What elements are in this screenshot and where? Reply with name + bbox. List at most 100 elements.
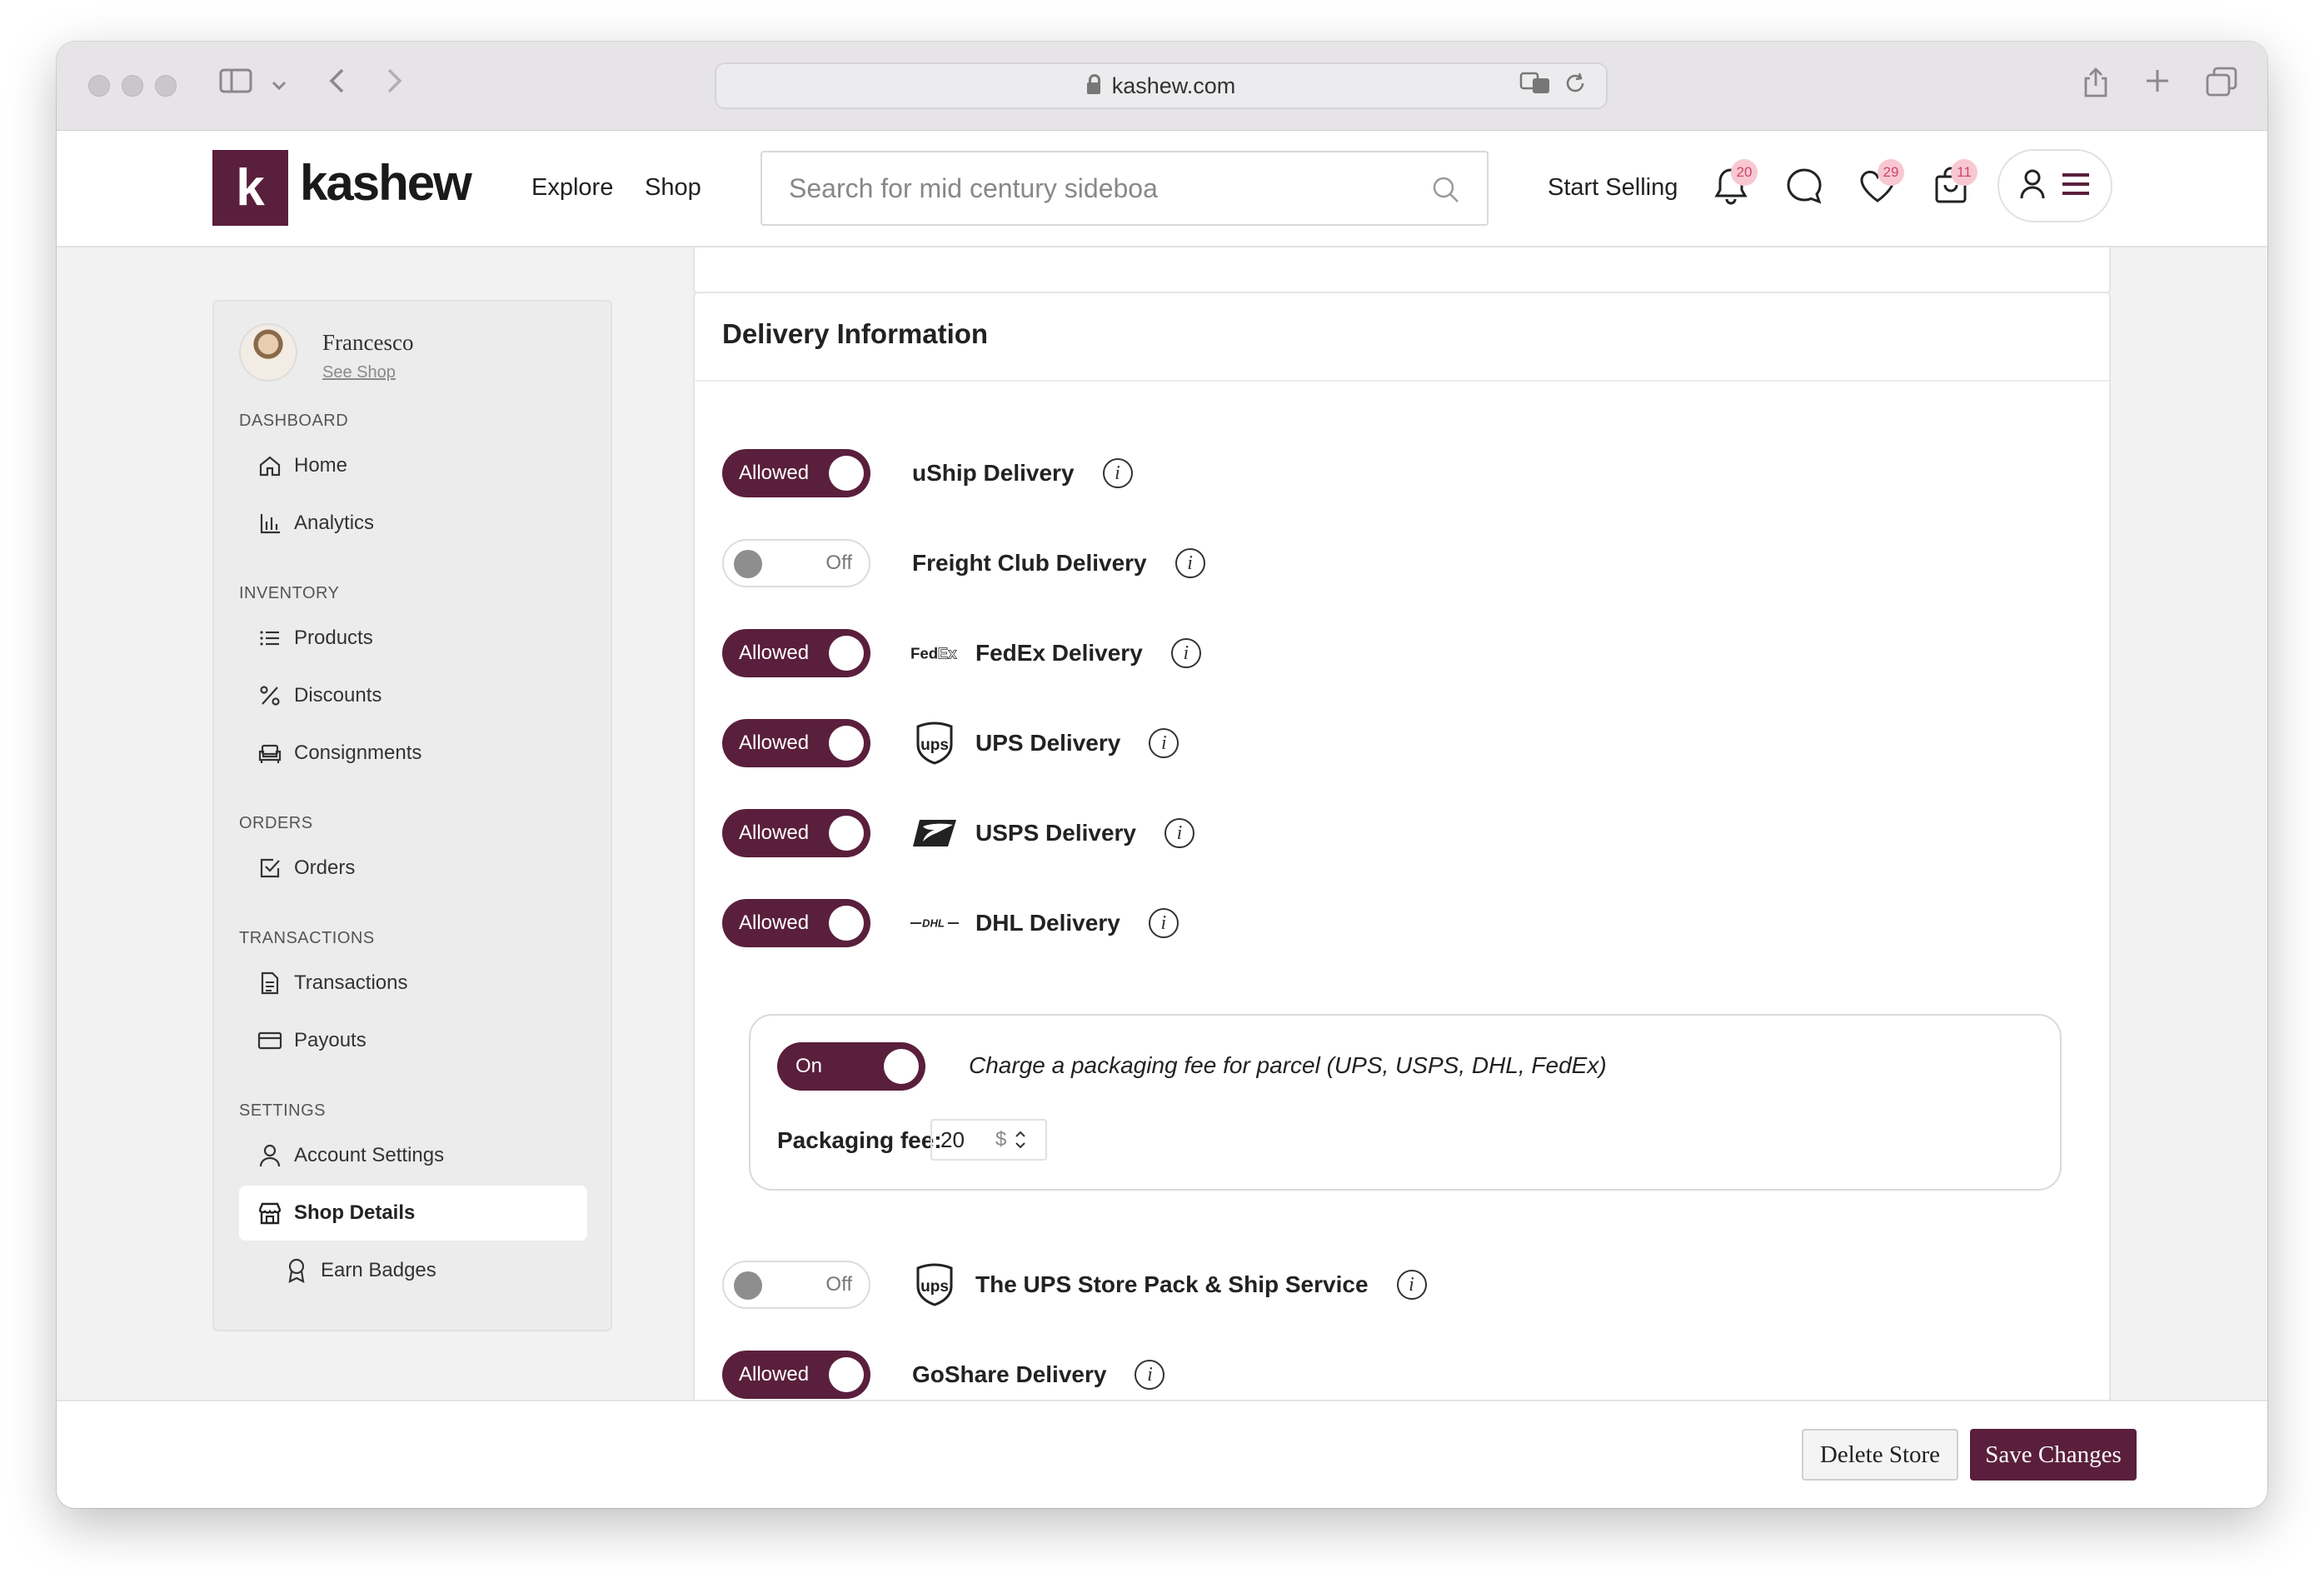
chevron-down-icon[interactable]: [272, 67, 287, 103]
favorites-badge: 29: [1878, 159, 1904, 186]
zoom-window-button[interactable]: [155, 75, 177, 97]
section-dashboard: DASHBOARD: [239, 412, 349, 430]
toggle-state: Allowed: [739, 821, 810, 844]
packaging-fee-card: On Charge a packaging fee for parcel (UP…: [749, 1014, 2062, 1191]
ups-shield-icon: ups: [910, 722, 959, 765]
sidebar-item-earn-badges[interactable]: Earn Badges: [266, 1243, 587, 1298]
minimize-window-button[interactable]: [122, 75, 143, 97]
kashew-logo-mark[interactable]: k: [212, 150, 288, 226]
hamburger-menu-icon: [2061, 172, 2091, 201]
toggle-state: Off: [825, 552, 852, 574]
see-shop-link[interactable]: See Shop: [322, 363, 396, 382]
sidebar-item-products[interactable]: Products: [239, 611, 587, 666]
dhl-toggle[interactable]: Allowed: [722, 899, 870, 947]
toggle-state: Allowed: [739, 1363, 810, 1386]
sidebar-item-consignments[interactable]: Consignments: [239, 726, 587, 781]
info-icon[interactable]: i: [1102, 458, 1133, 488]
sidebar-item-shop-details[interactable]: Shop Details: [239, 1186, 587, 1241]
freight-club-toggle[interactable]: Off: [722, 539, 870, 587]
currency-symbol: $: [995, 1128, 1007, 1151]
fedex-logo-icon: Fed Ex: [910, 632, 959, 674]
toggle-state: Allowed: [739, 911, 810, 934]
nav-shop[interactable]: Shop: [645, 174, 701, 202]
home-icon: [257, 453, 282, 478]
close-window-button[interactable]: [88, 75, 110, 97]
packaging-fee-description: Charge a packaging fee for parcel (UPS, …: [969, 1052, 1607, 1078]
sidebar-item-label: Consignments: [294, 742, 422, 764]
usps-eagle-icon: [910, 812, 959, 854]
sidebar-item-label: Analytics: [294, 512, 375, 534]
footer-action-bar: Delete Store Save Changes: [57, 1400, 2267, 1508]
sidebar-item-label: Discounts: [294, 684, 382, 707]
sidebar-item-account-settings[interactable]: Account Settings: [239, 1128, 587, 1183]
info-icon[interactable]: i: [1149, 728, 1179, 758]
ups-store-toggle[interactable]: Off: [722, 1261, 870, 1309]
previous-section-card: [693, 247, 2111, 294]
section-settings: SETTINGS: [239, 1101, 327, 1120]
info-icon[interactable]: i: [1170, 638, 1201, 668]
sidebar-item-transactions[interactable]: Transactions: [239, 956, 587, 1011]
nav-explore[interactable]: Explore: [531, 174, 613, 202]
sidebar-item-orders[interactable]: Orders: [239, 841, 587, 896]
dhl-logo-icon: DHL: [910, 902, 959, 944]
start-selling-link[interactable]: Start Selling: [1548, 174, 1678, 202]
save-changes-button[interactable]: Save Changes: [1970, 1429, 2137, 1481]
fedex-toggle[interactable]: Allowed: [722, 629, 870, 677]
sidebar-toggle-icon[interactable]: [219, 67, 252, 103]
forward-icon[interactable]: [386, 67, 404, 103]
reload-icon[interactable]: [1563, 71, 1588, 102]
sofa-icon: [257, 741, 282, 766]
delivery-row-fedex: Allowed Fed Ex FedEx Delivery i: [722, 628, 1201, 678]
packaging-fee-toggle[interactable]: On: [777, 1042, 925, 1091]
info-icon[interactable]: i: [1148, 908, 1179, 938]
tabs-overview-icon[interactable]: [2206, 67, 2237, 106]
sidebar-item-label: Payouts: [294, 1029, 367, 1051]
sidebar-item-label: Home: [294, 454, 348, 477]
favorites-button[interactable]: 29: [1853, 159, 1904, 212]
usps-toggle[interactable]: Allowed: [722, 809, 870, 857]
percent-icon: [257, 683, 282, 708]
avatar[interactable]: [239, 323, 297, 382]
share-icon[interactable]: [2082, 67, 2109, 107]
window-controls: [88, 75, 177, 97]
sidebar-item-payouts[interactable]: Payouts: [239, 1013, 587, 1068]
goshare-toggle[interactable]: Allowed: [722, 1351, 870, 1399]
packaging-fee-value[interactable]: 20: [940, 1127, 995, 1153]
delivery-row-goshare: Allowed GoShare Delivery i: [722, 1350, 1165, 1400]
number-stepper[interactable]: [1015, 1129, 1026, 1151]
delivery-row-freight-club: Off Freight Club Delivery i: [722, 538, 1205, 588]
sidebar-item-discounts[interactable]: Discounts: [239, 668, 587, 723]
search-bar[interactable]: [761, 151, 1489, 226]
info-icon[interactable]: i: [1164, 818, 1194, 848]
sidebar-item-analytics[interactable]: Analytics: [239, 496, 587, 551]
sidebar-item-home[interactable]: Home: [239, 438, 587, 493]
cart-button[interactable]: 11: [1926, 159, 1977, 212]
notifications-button[interactable]: 20: [1706, 159, 1758, 212]
delete-store-button[interactable]: Delete Store: [1802, 1429, 1958, 1481]
account-menu-button[interactable]: [1997, 149, 2112, 222]
address-bar[interactable]: kashew.com: [715, 62, 1608, 109]
back-icon[interactable]: [327, 67, 346, 103]
section-transactions: TRANSACTIONS: [239, 929, 375, 947]
search-input[interactable]: [789, 172, 1372, 204]
info-icon[interactable]: i: [1396, 1270, 1427, 1300]
search-icon[interactable]: [1432, 176, 1460, 208]
sidebar-item-label: Products: [294, 627, 373, 649]
svg-text:ups: ups: [920, 1278, 949, 1296]
packaging-fee-input[interactable]: 20 $: [930, 1119, 1047, 1161]
delivery-row-ups: Allowed ups UPS Delivery i: [722, 718, 1179, 768]
svg-text:DHL: DHL: [922, 917, 945, 930]
delivery-row-dhl: Allowed DHL DHL Delivery i: [722, 898, 1179, 948]
info-icon[interactable]: i: [1135, 1360, 1165, 1390]
delivery-row-ups-store: Off ups The UPS Store Pack & Ship Servic…: [722, 1260, 1427, 1310]
toggle-state: Allowed: [739, 642, 810, 664]
new-tab-icon[interactable]: [2144, 67, 2171, 103]
delivery-label: uShip Delivery: [912, 460, 1075, 486]
info-icon[interactable]: i: [1174, 548, 1205, 578]
ups-toggle[interactable]: Allowed: [722, 719, 870, 767]
messages-button[interactable]: [1779, 162, 1829, 212]
translate-icon[interactable]: [1519, 71, 1551, 102]
uship-toggle[interactable]: Allowed: [722, 449, 870, 497]
kashew-logo-text[interactable]: kashew: [300, 154, 472, 212]
checkbox-icon: [257, 856, 282, 881]
